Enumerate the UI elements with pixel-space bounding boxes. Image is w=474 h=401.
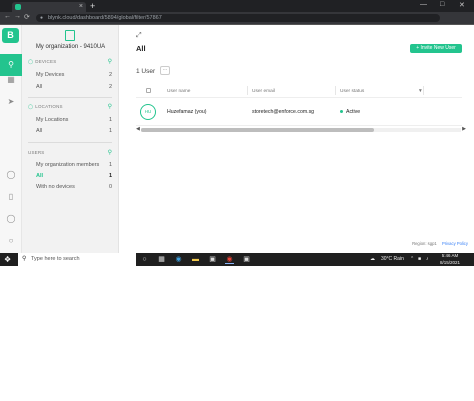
select-all-checkbox[interactable] — [146, 88, 151, 93]
blynk-logo[interactable]: B — [2, 28, 19, 43]
sidebar-item-all-locations[interactable]: All 1 — [36, 128, 112, 134]
scroll-right-icon[interactable]: ▶ — [462, 126, 466, 132]
invite-new-user-button[interactable]: + Invite New User — [410, 44, 462, 53]
column-header-user-status[interactable]: User status — [340, 89, 364, 94]
organization-name[interactable]: My organization - 9410UA — [22, 44, 119, 50]
more-options-button[interactable]: ··· — [160, 66, 170, 75]
column-header-user-name[interactable]: User name — [167, 89, 190, 94]
blynk-favicon-icon — [15, 4, 21, 10]
sidebar-item-my-locations[interactable]: My Locations 1 — [36, 117, 112, 123]
status-dot-icon — [340, 110, 343, 114]
divider — [28, 97, 112, 98]
user-name-cell[interactable]: Huzefamaz (you) — [167, 109, 207, 115]
minimize-icon[interactable]: — — [420, 1, 427, 8]
taskbar-search-placeholder: Type here to search — [31, 256, 80, 262]
lock-icon: ● — [40, 15, 44, 21]
main-content: ⤢ All + Invite New User 1 User ··· User … — [119, 25, 474, 253]
status-badge: Active — [346, 109, 361, 115]
help-icon[interactable]: ◯ — [4, 212, 18, 226]
organization-icon — [65, 30, 75, 41]
bulb-icon[interactable]: ◯ — [4, 168, 18, 182]
chrome-icon[interactable]: ◉ — [225, 255, 234, 264]
user-count: 1 User — [136, 68, 156, 75]
url-field[interactable]: ● blynk.cloud/dashboard/5894/global/filt… — [36, 14, 440, 22]
region-label: Region: sgp1 — [412, 241, 437, 246]
scrollbar-thumb[interactable] — [141, 128, 374, 132]
user-email-cell: storetech@enforce.com.sg — [252, 109, 315, 115]
divider — [136, 97, 462, 98]
devices-search-icon[interactable]: ⚲ — [108, 58, 112, 65]
task-view-icon[interactable]: ▦ — [157, 255, 166, 264]
file-explorer-icon[interactable]: ▬ — [191, 255, 200, 264]
cortana-icon[interactable]: ○ — [140, 255, 149, 264]
sidebar: My organization - 9410UA ◯ DEVICES ⚲ My D… — [22, 25, 119, 253]
forward-icon[interactable]: → — [14, 13, 21, 20]
footer: Region: sgp1 Privacy Policy — [412, 241, 468, 246]
divider — [423, 86, 424, 95]
sidebar-item-all-users[interactable]: All 1 — [36, 173, 112, 179]
address-bar: ← → ⟳ ● blynk.cloud/dashboard/5894/globa… — [0, 12, 474, 24]
divider — [136, 125, 462, 126]
back-icon[interactable]: ← — [4, 13, 11, 20]
search-icon: ⚲ — [22, 256, 27, 262]
divider — [247, 86, 248, 95]
maximize-icon[interactable]: □ — [440, 1, 444, 8]
weather-icon[interactable]: ☁ — [370, 256, 375, 262]
icon-rail: B ⚲ ▦ ➤ ◯ ▯ ◯ ○ — [0, 25, 22, 253]
users-search-icon[interactable]: ⚲ — [108, 149, 112, 156]
windows-start-icon[interactable]: ❖ — [4, 255, 11, 264]
send-icon[interactable]: ➤ — [4, 95, 18, 109]
taskbar-clock[interactable]: 5:46 AM 8/15/2021 — [434, 253, 466, 266]
avatar: HU — [140, 104, 156, 120]
sidebar-item-my-devices[interactable]: My Devices 2 — [36, 72, 112, 78]
users-header: USERS — [28, 150, 45, 155]
sidebar-item-all-devices[interactable]: All 2 — [36, 84, 112, 90]
close-tab-icon[interactable]: × — [79, 2, 83, 12]
browser-tab[interactable]: × — [12, 2, 86, 12]
privacy-policy-link[interactable]: Privacy Policy — [442, 241, 468, 246]
volume-icon[interactable]: ♪ — [426, 256, 429, 262]
divider — [335, 86, 336, 95]
empty-area — [0, 266, 474, 401]
device-icon[interactable]: ▯ — [4, 190, 18, 204]
user-status-cell: Active — [340, 109, 360, 115]
url-text: blynk.cloud/dashboard/5894/global/filter… — [48, 15, 162, 21]
network-icon[interactable]: ■ — [418, 256, 421, 262]
weather-text[interactable]: 30°C Rain — [381, 256, 404, 262]
scroll-left-icon[interactable]: ◀ — [136, 126, 140, 132]
divider — [28, 142, 112, 143]
grid-icon[interactable]: ▦ — [4, 73, 18, 87]
expand-icon[interactable]: ⤢ — [136, 32, 142, 40]
browser-tab-bar: × + — □ ✕ — [0, 0, 474, 12]
locations-search-icon[interactable]: ⚲ — [108, 103, 112, 110]
taskbar-search-input[interactable]: ⚲ Type here to search — [18, 253, 136, 266]
close-window-icon[interactable]: ✕ — [459, 1, 465, 9]
sidebar-item-org-members[interactable]: My organization members 1 — [36, 162, 112, 168]
user-icon[interactable]: ○ — [4, 234, 18, 248]
tray-chevron-icon[interactable]: ⌃ — [410, 256, 414, 262]
store-icon[interactable]: ▣ — [208, 255, 217, 264]
horizontal-scrollbar[interactable]: ◀ ▶ — [136, 126, 466, 132]
bag-icon[interactable]: ▣ — [242, 255, 251, 264]
locations-header: ◯ LOCATIONS — [28, 104, 63, 109]
devices-header: ◯ DEVICES — [28, 59, 57, 64]
edge-icon[interactable]: ◉ — [174, 255, 183, 264]
reload-icon[interactable]: ⟳ — [24, 13, 30, 21]
new-tab-button[interactable]: + — [90, 0, 95, 12]
taskbar: ❖ ⚲ Type here to search ○ ▦ ◉ ▬ ▣ ◉ ▣ ☁ … — [0, 253, 474, 266]
page-title: All — [136, 44, 146, 53]
column-header-user-email[interactable]: User email — [252, 89, 275, 94]
sidebar-item-no-devices[interactable]: With no devices 0 — [36, 184, 112, 190]
